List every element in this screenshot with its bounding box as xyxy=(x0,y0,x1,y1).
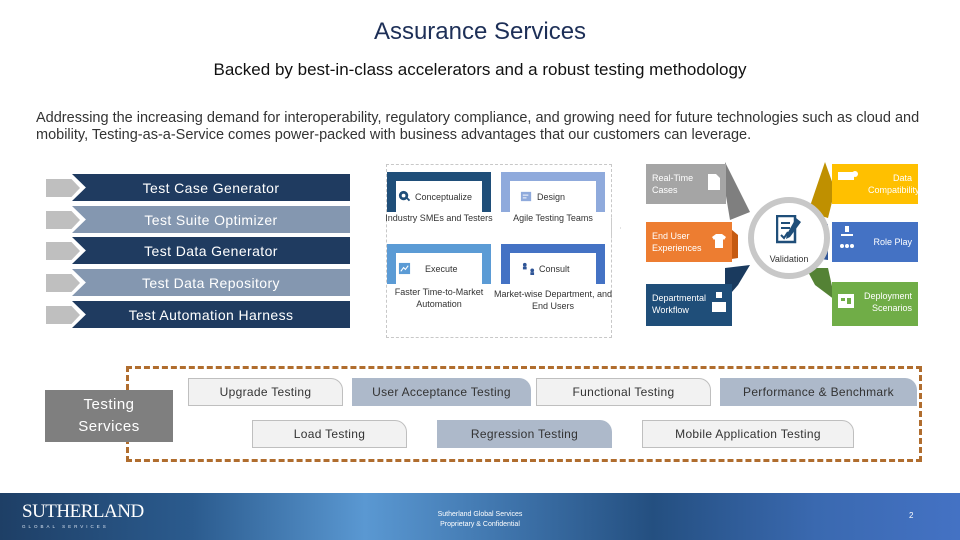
spoke-deployment-scenarios: Deployment Scenarios xyxy=(832,282,918,326)
accelerator-label: Test Suite Optimizer xyxy=(72,206,350,233)
phase-description: Market-wise Department, and End Users xyxy=(493,289,613,311)
phase-label: Conceptualize xyxy=(415,191,473,202)
chevron-right-icon xyxy=(46,179,80,197)
phase-label: Consult xyxy=(539,263,570,274)
chevron-right-icon xyxy=(46,306,80,324)
footer: SUTHERLAND GLOBAL SERVICES Sutherland Gl… xyxy=(0,493,960,540)
intro-paragraph: Addressing the increasing demand for int… xyxy=(36,110,920,143)
document-icon xyxy=(708,174,720,190)
accelerator-item: Test Automation Harness xyxy=(46,301,350,328)
methodology-card-consult: Consult xyxy=(501,244,605,284)
accelerator-label: Test Data Repository xyxy=(72,269,350,296)
accelerator-label: Test Data Generator xyxy=(72,237,350,264)
accelerator-item: Test Suite Optimizer xyxy=(46,206,350,233)
chart-board-icon xyxy=(398,262,411,275)
phase-description: Agile Testing Teams xyxy=(513,213,593,223)
spoke-departmental-workflow: Departmental Workflow xyxy=(646,284,732,326)
board-icon xyxy=(838,294,854,308)
hierarchy-icon xyxy=(840,226,854,248)
methodology-card-design: Design xyxy=(501,172,605,212)
service-chip: Regression Testing xyxy=(437,420,612,448)
page-title: Assurance Services xyxy=(373,18,587,45)
accelerator-label: Test Case Generator xyxy=(72,174,350,201)
accelerator-label: Test Automation Harness xyxy=(72,301,350,328)
footer-company: Sutherland Global Services xyxy=(437,511,523,518)
chevron-right-icon xyxy=(46,274,80,292)
footer-notice: Proprietary & Confidential xyxy=(440,521,520,528)
service-chip: User Acceptance Testing xyxy=(352,378,531,406)
service-chip: Performance & Benchmark xyxy=(720,378,917,406)
chevron-right-icon xyxy=(46,211,80,229)
spoke-role-play: Role Play xyxy=(832,222,918,262)
spoke-label: Role Play xyxy=(873,237,912,247)
accelerator-item: Test Data Generator xyxy=(46,237,350,264)
footer-confidentiality: Sutherland Global Services Proprietary &… xyxy=(0,510,960,530)
phase-description: Industry SMEs and Testers xyxy=(385,213,493,223)
validation-hub: Validation xyxy=(748,197,830,279)
document-pen-icon xyxy=(520,191,532,202)
service-chip: Load Testing xyxy=(252,420,407,448)
service-chip: Functional Testing xyxy=(536,378,711,406)
methodology-card-execute: Execute xyxy=(387,244,491,284)
spoke-label: Real-Time Cases xyxy=(652,173,694,195)
chevron-right-icon xyxy=(46,242,80,260)
accelerator-item: Test Case Generator xyxy=(46,174,350,201)
checklist-pen-icon xyxy=(776,215,801,244)
service-chip: Mobile Application Testing xyxy=(642,420,854,448)
spoke-real-time-cases: Real-Time Cases xyxy=(646,164,726,204)
testing-services-label: Testing Services xyxy=(45,390,173,442)
spoke-data-compatibility: Data Compatibility xyxy=(832,164,920,204)
puzzle-icon xyxy=(838,171,858,180)
phase-label: Execute xyxy=(425,263,458,274)
methodology-card-conceptualize: Conceptualize xyxy=(387,172,491,212)
phase-label: Design xyxy=(537,191,566,202)
phase-description: Faster Time-to-Market Automation xyxy=(394,287,484,309)
people-exchange-icon xyxy=(522,262,535,275)
validation-label: Validation xyxy=(769,254,809,264)
spoke-label: Departmental Workflow xyxy=(652,293,707,315)
spoke-label: End User Experiences xyxy=(652,231,702,253)
shirt-icon xyxy=(712,234,726,248)
service-chip: Upgrade Testing xyxy=(188,378,343,406)
gear-search-icon xyxy=(398,190,411,202)
org-chart-icon xyxy=(712,292,726,312)
page-subtitle: Backed by best-in-class accelerators and… xyxy=(213,60,747,79)
accelerator-item: Test Data Repository xyxy=(46,269,350,296)
page-number: 2 xyxy=(909,511,914,520)
spoke-end-user-experiences: End User Experiences xyxy=(646,222,732,262)
